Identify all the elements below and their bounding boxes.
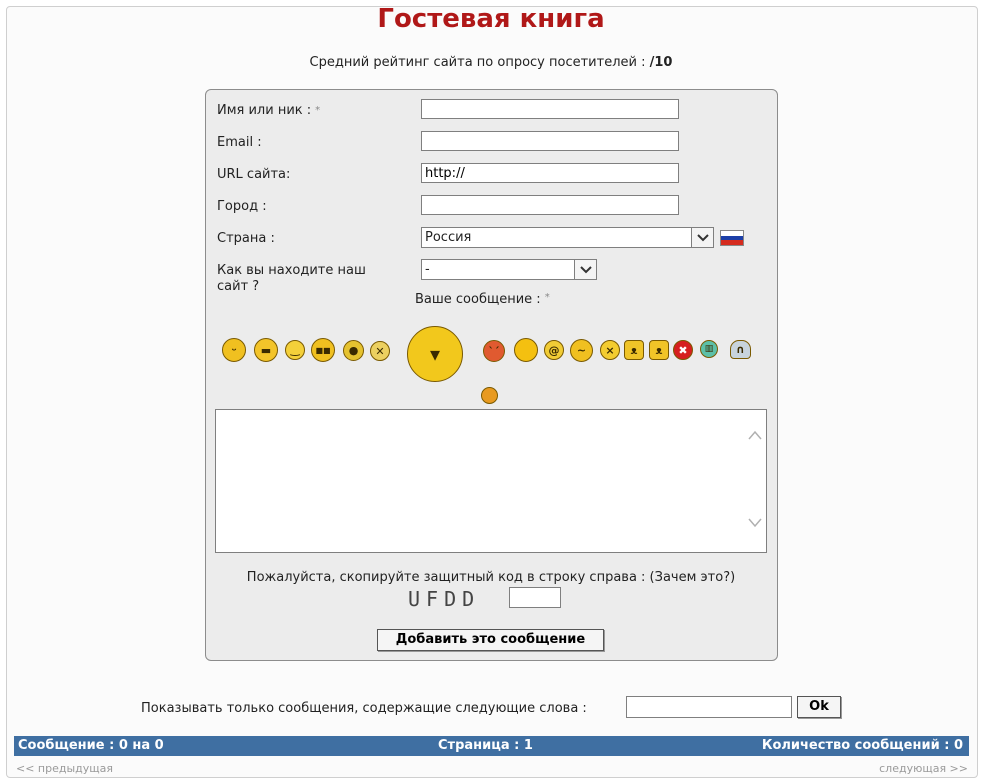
- prev-page-link[interactable]: << предыдущая: [16, 762, 113, 775]
- smiley-smile-icon[interactable]: ‿: [285, 340, 305, 360]
- smiley-wink-icon[interactable]: ~: [570, 339, 593, 362]
- russia-flag-icon: [720, 230, 744, 246]
- message-label: Ваше сообщение : *: [415, 292, 550, 307]
- smiley-sad-icon[interactable]: ×: [600, 340, 620, 360]
- messages-count: Количество сообщений : 0: [761, 738, 963, 753]
- smiley-cat-icon[interactable]: ᴥ: [624, 340, 644, 360]
- smiley-angry-icon[interactable]: `´: [483, 340, 505, 362]
- filter-ok-button[interactable]: Ok: [797, 696, 841, 718]
- site-rating: Средний рейтинг сайта по опросу посетите…: [0, 55, 982, 70]
- chevron-down-icon: [691, 228, 713, 247]
- smiley-mad-red-icon[interactable]: ✖: [673, 340, 693, 360]
- city-input[interactable]: [421, 195, 679, 215]
- smiley-confused-icon[interactable]: @: [544, 340, 564, 360]
- url-label: URL сайта:: [217, 167, 291, 182]
- name-label: Имя или ник : *: [217, 103, 321, 118]
- email-input[interactable]: [421, 131, 679, 151]
- chevron-down-icon: [574, 260, 596, 279]
- rating-label: Средний рейтинг сайта по опросу посетите…: [309, 55, 646, 70]
- country-select-value: Россия: [425, 230, 472, 245]
- messages-range: Сообщение : 0 на 0: [18, 738, 164, 753]
- next-page-link[interactable]: следующая >>: [879, 762, 968, 775]
- smiley-teeth-icon[interactable]: ▬: [254, 338, 278, 362]
- captcha-input[interactable]: [509, 587, 561, 608]
- found-select-value: -: [425, 262, 430, 277]
- scroll-down-icon[interactable]: [748, 516, 762, 532]
- scroll-up-icon[interactable]: [748, 428, 762, 444]
- found-select[interactable]: -: [421, 259, 597, 280]
- url-input[interactable]: [421, 163, 679, 183]
- smiley-cyclops-icon[interactable]: ●: [343, 340, 364, 361]
- country-select[interactable]: Россия: [421, 227, 714, 248]
- status-bar: Сообщение : 0 на 0 Страница : 1 Количест…: [14, 736, 969, 756]
- name-input[interactable]: [421, 99, 679, 119]
- filter-input[interactable]: [626, 696, 792, 718]
- smiley-grin-icon[interactable]: ᵕ: [222, 338, 246, 362]
- page-number: Страница : 1: [438, 738, 533, 753]
- smiley-crying-icon[interactable]: ∩: [730, 340, 751, 359]
- page-title: Гостевая книга: [377, 4, 605, 34]
- smiley-small-orange-icon[interactable]: [481, 387, 498, 404]
- email-label: Email :: [217, 135, 262, 150]
- filter-label: Показывать только сообщения, содержащие …: [141, 701, 587, 716]
- smiley-devil-icon[interactable]: ᴥ: [649, 340, 669, 360]
- city-label: Город :: [217, 199, 267, 214]
- required-mark: *: [544, 292, 550, 303]
- smiley-big-evil-icon[interactable]: ▾: [407, 326, 463, 382]
- submit-message-button[interactable]: Добавить это сообщение: [377, 629, 604, 651]
- message-textarea[interactable]: [215, 409, 767, 553]
- captcha-image: UFDD: [408, 587, 481, 611]
- smiley-green-skull-icon[interactable]: ▥: [700, 340, 718, 358]
- rating-value: /10: [649, 55, 673, 70]
- required-mark: *: [315, 105, 321, 116]
- smiley-blank-icon[interactable]: [514, 338, 538, 362]
- captcha-prompt: Пожалуйста, скопируйте защитный код в ст…: [246, 570, 736, 585]
- smiley-cool-icon[interactable]: ■■: [311, 338, 335, 362]
- country-label: Страна :: [217, 231, 275, 246]
- found-label: Как вы находите наш сайт ?: [217, 263, 366, 294]
- smiley-dizzy-icon[interactable]: ✕: [370, 341, 390, 361]
